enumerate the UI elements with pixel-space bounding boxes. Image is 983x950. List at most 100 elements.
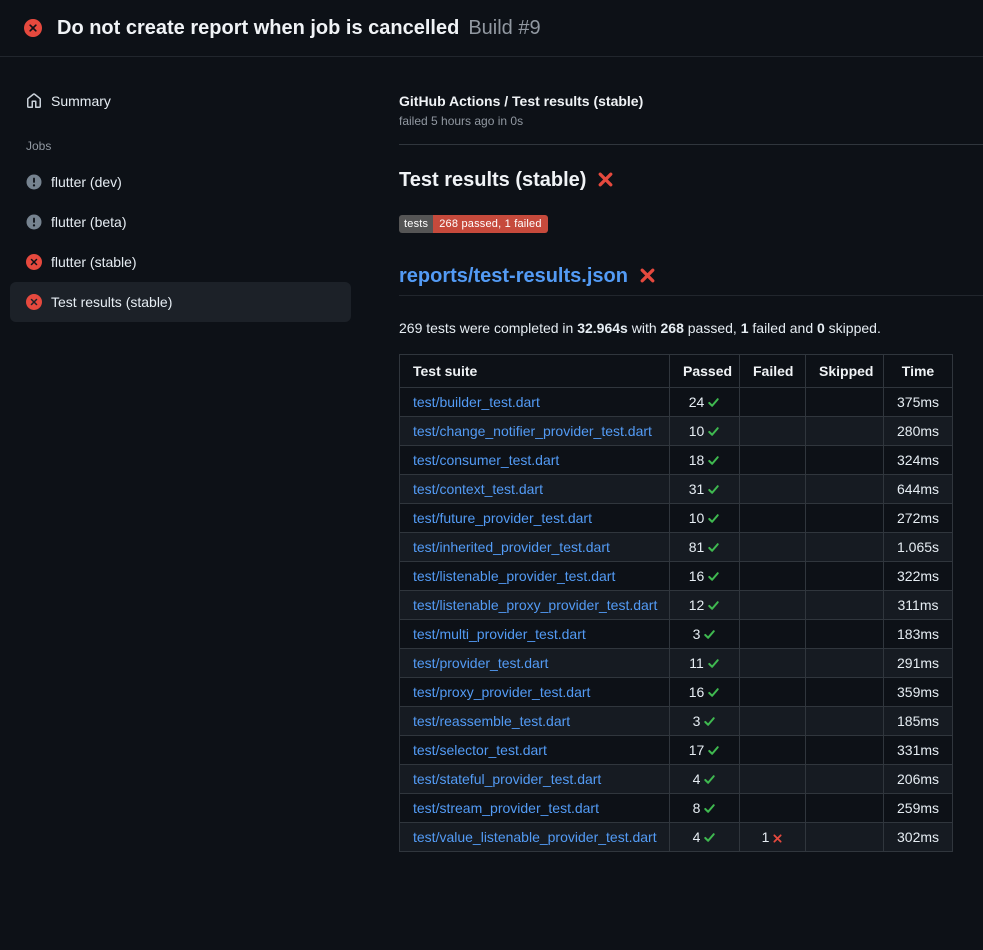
test-suite-link[interactable]: test/selector_test.dart [413, 742, 547, 758]
test-suite-link[interactable]: test/context_test.dart [413, 481, 543, 497]
report-file-link[interactable]: reports/test-results.json [399, 265, 628, 288]
jobs-heading: Jobs [26, 139, 375, 153]
check-icon [703, 773, 716, 786]
table-row: test/listenable_proxy_provider_test.dart… [400, 591, 953, 620]
summary-line: 269 tests were completed in 32.964s with… [399, 320, 983, 336]
skipped-cell [806, 591, 884, 620]
test-suite-link[interactable]: test/inherited_provider_test.dart [413, 539, 610, 555]
suite-cell: test/future_provider_test.dart [400, 504, 670, 533]
main-content: GitHub Actions / Test results (stable) f… [375, 57, 983, 852]
suite-cell: test/provider_test.dart [400, 649, 670, 678]
badge-row: tests 268 passed, 1 failed [399, 214, 983, 233]
test-suite-link[interactable]: test/stateful_provider_test.dart [413, 771, 601, 787]
test-suite-link[interactable]: test/future_provider_test.dart [413, 510, 592, 526]
check-icon [707, 744, 720, 757]
build-number: Build #9 [468, 17, 540, 39]
job-label: flutter (dev) [51, 174, 122, 190]
suite-cell: test/reassemble_test.dart [400, 707, 670, 736]
time-cell: 185ms [884, 707, 953, 736]
check-icon [707, 483, 720, 496]
test-suite-link[interactable]: test/value_listenable_provider_test.dart [413, 829, 657, 845]
test-suite-link[interactable]: test/proxy_provider_test.dart [413, 684, 590, 700]
test-suite-link[interactable]: test/listenable_proxy_provider_test.dart [413, 597, 657, 613]
table-row: test/value_listenable_provider_test.dart… [400, 823, 953, 852]
run-status-line: failed 5 hours ago in 0s [399, 114, 983, 128]
check-icon [707, 599, 720, 612]
test-suite-link[interactable]: test/provider_test.dart [413, 655, 548, 671]
test-suite-link[interactable]: test/reassemble_test.dart [413, 713, 570, 729]
passed-cell: 11 [670, 649, 740, 678]
table-row: test/stream_provider_test.dart8259ms [400, 794, 953, 823]
time-cell: 359ms [884, 678, 953, 707]
test-suite-link[interactable]: test/change_notifier_provider_test.dart [413, 423, 652, 439]
column-header-skipped: Skipped [806, 355, 884, 388]
time-cell: 311ms [884, 591, 953, 620]
check-icon [707, 657, 720, 670]
skipped-cell [806, 446, 884, 475]
sidebar-item-job[interactable]: flutter (dev) [10, 162, 351, 202]
passed-cell: 4 [670, 823, 740, 852]
failed-cell [740, 417, 806, 446]
failed-cell [740, 765, 806, 794]
failed-cell [740, 446, 806, 475]
table-row: test/stateful_provider_test.dart4206ms [400, 765, 953, 794]
passed-cell: 31 [670, 475, 740, 504]
failed-cell: 1 [740, 823, 806, 852]
table-row: test/change_notifier_provider_test.dart 1… [400, 417, 953, 446]
cross-mark-icon [639, 267, 656, 287]
neutral-status-icon [26, 214, 42, 230]
job-label: flutter (beta) [51, 214, 126, 230]
passed-cell: 10 [670, 504, 740, 533]
column-header-test-suite: Test suite [400, 355, 670, 388]
passed-cell: 24 [670, 388, 740, 417]
sidebar-item-summary[interactable]: Summary [10, 81, 351, 121]
sidebar-item-job[interactable]: Test results (stable) [10, 282, 351, 322]
table-row: test/reassemble_test.dart3185ms [400, 707, 953, 736]
skipped-cell [806, 475, 884, 504]
failed-x-circle-icon [26, 294, 42, 310]
time-cell: 183ms [884, 620, 953, 649]
passed-cell: 10 [670, 417, 740, 446]
table-row: test/multi_provider_test.dart 3 183ms [400, 620, 953, 649]
suite-cell: test/stateful_provider_test.dart [400, 765, 670, 794]
passed-cell: 12 [670, 591, 740, 620]
skipped-cell [806, 504, 884, 533]
skipped-cell [806, 533, 884, 562]
sidebar: Summary Jobs flutter (dev) flutter (beta)… [0, 57, 375, 322]
table-header-row: Test suite Passed Failed Skipped Time [400, 355, 953, 388]
failed-count: 1 [741, 320, 749, 336]
suite-cell: test/listenable_provider_test.dart [400, 562, 670, 591]
x-icon [772, 833, 783, 844]
failed-cell [740, 591, 806, 620]
test-suite-link[interactable]: test/multi_provider_test.dart [413, 626, 586, 642]
passed-cell: 16 [670, 562, 740, 591]
check-icon [703, 628, 716, 641]
test-suite-link[interactable]: test/listenable_provider_test.dart [413, 568, 615, 584]
table-row: test/selector_test.dart17331ms [400, 736, 953, 765]
page-title: Do not create report when job is cancell… [57, 17, 541, 40]
time-cell: 644ms [884, 475, 953, 504]
suite-cell: test/value_listenable_provider_test.dart [400, 823, 670, 852]
check-icon [707, 570, 720, 583]
neutral-status-icon [26, 174, 42, 190]
skipped-cell [806, 823, 884, 852]
passed-cell: 16 [670, 678, 740, 707]
skipped-cell [806, 649, 884, 678]
failed-cell [740, 649, 806, 678]
check-icon [707, 425, 720, 438]
test-suite-link[interactable]: test/builder_test.dart [413, 394, 540, 410]
passed-cell: 17 [670, 736, 740, 765]
skipped-cell [806, 417, 884, 446]
passed-cell: 18 [670, 446, 740, 475]
sidebar-item-job[interactable]: flutter (beta) [10, 202, 351, 242]
check-icon [707, 512, 720, 525]
badge-label: tests [399, 215, 433, 233]
test-suite-link[interactable]: test/consumer_test.dart [413, 452, 559, 468]
breadcrumb: GitHub Actions / Test results (stable) [399, 93, 983, 109]
sidebar-item-job[interactable]: flutter (stable) [10, 242, 351, 282]
suite-cell: test/proxy_provider_test.dart [400, 678, 670, 707]
test-suite-link[interactable]: test/stream_provider_test.dart [413, 800, 599, 816]
passed-cell: 3 [670, 620, 740, 649]
failed-cell [740, 707, 806, 736]
skipped-cell [806, 562, 884, 591]
